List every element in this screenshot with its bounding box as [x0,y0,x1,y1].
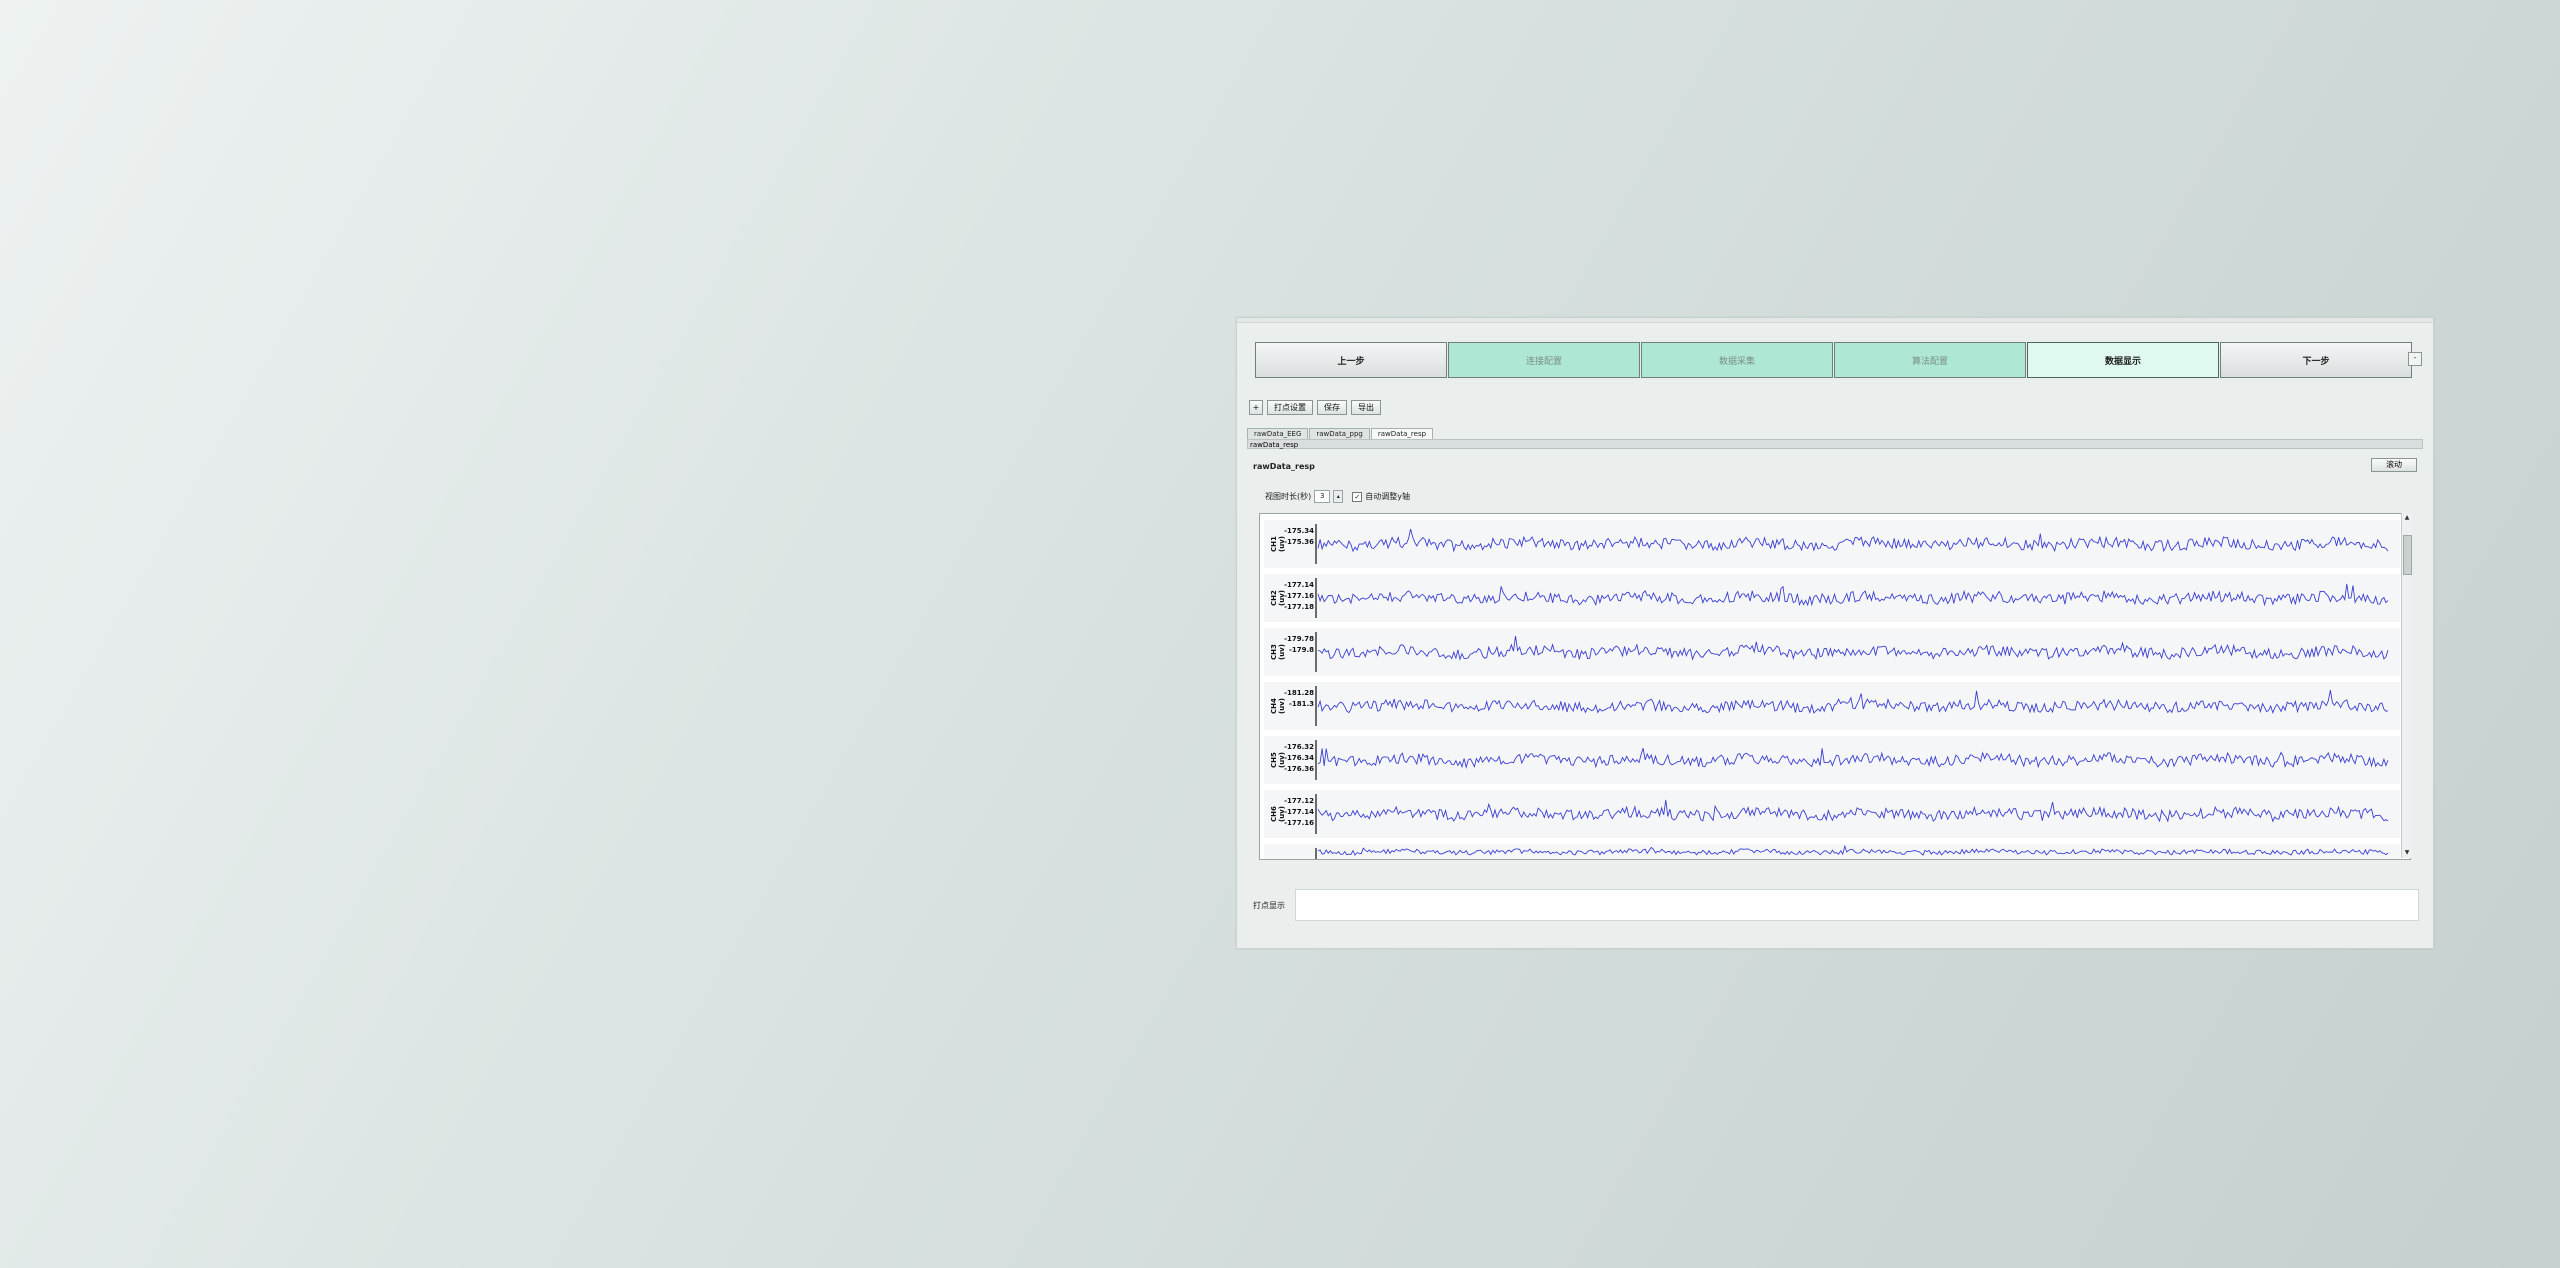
signal-trace [1317,690,2389,715]
scroll-thumb[interactable] [2403,535,2412,575]
step-algorithm-config[interactable]: 算法配置 [1834,342,2026,378]
data-tabs: rawData_EEG rawData_ppg rawData_resp [1247,428,1434,439]
add-button[interactable]: + [1249,400,1263,415]
channel-trace-plot [1315,632,2389,672]
window-length-stepper[interactable]: ▴ [1333,490,1344,503]
channel-strip[interactable]: CH2 (uv) -177.14 -177.16 -177.18 [1264,574,2400,622]
collapse-button[interactable]: - [2408,352,2422,366]
channel-trace-plot [1315,578,2389,618]
subtab-strip[interactable]: rawData_resp [1247,439,2423,449]
signal-trace [1317,635,2389,661]
app-window: 上一步 连接配置 数据采集 算法配置 数据显示 下一步 - + 打点设置 保存 … [1236,317,2434,949]
channel-trace-plot [1315,740,2389,780]
step-data-display[interactable]: 数据显示 [2027,342,2219,378]
channel-strip[interactable]: CH7 (uv) [1264,844,2400,859]
marker-display-field[interactable] [1295,889,2419,921]
step-bar: 上一步 连接配置 数据采集 算法配置 数据显示 下一步 [1255,342,2413,378]
channel-trace-plot [1315,524,2389,564]
step-connection-config[interactable]: 连接配置 [1448,342,1640,378]
tab-rawdata-ppg[interactable]: rawData_ppg [1309,428,1370,439]
marker-display-label: 打点显示 [1253,901,1285,910]
scroll-up-arrow[interactable]: ▲ [2402,513,2412,523]
channel-trace-plot [1315,686,2389,726]
save-button[interactable]: 保存 [1317,400,1347,415]
channel-strip[interactable]: CH5 (uv) -176.32 -176.34 -176.36 [1264,736,2400,784]
view-controls: 视图时长(秒) 3 ▴ ✓ 自动调整y轴 [1265,490,1410,503]
subtab-label: rawData_resp [1250,441,1299,449]
signal-trace [1317,799,2389,823]
signal-trace [1317,528,2389,553]
tab-rawdata-eeg[interactable]: rawData_EEG [1247,428,1309,439]
prev-step-button[interactable]: 上一步 [1255,342,1447,378]
marker-settings-button[interactable]: 打点设置 [1267,400,1313,415]
window-length-label: 视图时长(秒) [1265,492,1312,501]
signal-trace [1317,583,2389,607]
scroll-down-arrow[interactable]: ▼ [2402,848,2412,858]
tab-rawdata-resp[interactable]: rawData_resp [1370,428,1434,439]
channel-strip[interactable]: CH6 (uv) -177.12 -177.14 -177.16 [1264,790,2400,838]
channel-strip[interactable]: CH1 (uv) -175.34 -175.36 [1264,520,2400,568]
scroll-button[interactable]: 滚动 [2371,458,2417,472]
plot-scrollbar[interactable]: ▲ ▼ [2401,513,2412,858]
auto-y-checkbox[interactable]: ✓ [1352,491,1363,502]
section-title: rawData_resp [1253,462,1315,471]
auto-y-label: 自动调整y轴 [1365,492,1410,501]
title-strip [1237,318,2433,323]
toolbar: + 打点设置 保存 导出 [1249,400,1381,415]
window-length-input[interactable]: 3 [1314,490,1331,503]
channel-strip[interactable]: CH3 (uv) -179.78 -179.8 [1264,628,2400,676]
channel-plot-area[interactable]: CH1 (uv) -175.34 -175.36 CH2 (uv) -177.14 -17… [1259,513,2411,860]
channel-trace-plot [1315,844,2389,859]
next-step-button[interactable]: 下一步 [2220,342,2412,378]
step-data-acquisition[interactable]: 数据采集 [1641,342,1833,378]
signal-trace [1317,747,2389,769]
export-button[interactable]: 导出 [1351,400,1381,415]
channel-trace-plot [1315,794,2389,834]
signal-trace [1317,844,2389,856]
channel-strip[interactable]: CH4 (uv) -181.28 -181.3 [1264,682,2400,730]
